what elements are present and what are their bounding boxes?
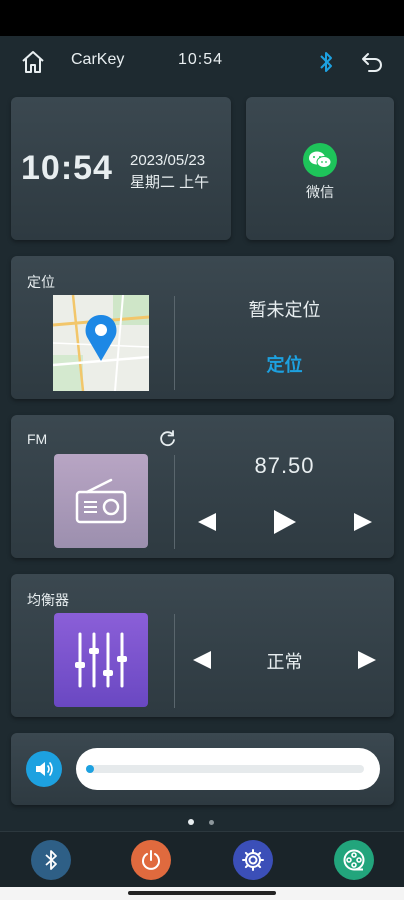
gesture-area xyxy=(0,887,404,900)
film-reel-icon[interactable] xyxy=(334,840,374,880)
power-icon[interactable] xyxy=(131,840,171,880)
settings-icon[interactable] xyxy=(233,840,273,880)
volume-track xyxy=(86,765,364,773)
top-bar: CarKey 10:54 xyxy=(0,36,404,86)
home-icon[interactable] xyxy=(20,49,46,75)
clock-card: 10:54 2023/05/23 星期二 上午 xyxy=(11,97,231,240)
fm-play-button[interactable] xyxy=(272,509,298,535)
fm-next-button[interactable] xyxy=(352,511,374,533)
clock-weekday: 星期二 上午 xyxy=(130,174,210,191)
app-name: CarKey xyxy=(71,51,125,68)
page-dot[interactable] xyxy=(209,820,214,825)
map-thumbnail[interactable] xyxy=(53,295,149,391)
wechat-icon xyxy=(303,143,337,177)
volume-slider[interactable] xyxy=(76,748,380,790)
page-indicator xyxy=(186,818,218,826)
clock-time: 10:54 xyxy=(21,149,113,187)
fm-card: FM 87.50 xyxy=(11,415,394,558)
fm-title: FM xyxy=(27,431,48,447)
clock-date: 2023/05/23 xyxy=(130,152,206,169)
volume-card xyxy=(11,733,394,805)
locate-button[interactable]: 定位 xyxy=(191,351,378,377)
bluetooth-icon[interactable] xyxy=(31,840,71,880)
bottom-bar xyxy=(0,831,404,888)
eq-next-button[interactable] xyxy=(356,649,378,671)
location-title: 定位 xyxy=(27,274,55,290)
volume-fill xyxy=(86,765,94,773)
location-divider xyxy=(174,296,175,390)
top-time: 10:54 xyxy=(178,51,224,68)
equalizer-divider xyxy=(174,614,175,708)
equalizer-mode: 正常 xyxy=(266,652,303,672)
back-icon[interactable] xyxy=(360,50,384,74)
radio-icon[interactable] xyxy=(54,454,148,548)
home-indicator[interactable] xyxy=(128,891,276,895)
refresh-icon[interactable] xyxy=(159,430,177,448)
status-bar xyxy=(0,0,404,36)
fm-prev-button[interactable] xyxy=(196,511,218,533)
bluetooth-icon[interactable] xyxy=(316,49,336,75)
location-card: 定位 暂未定位 定位 xyxy=(11,256,394,399)
equalizer-icon[interactable] xyxy=(54,613,148,707)
fm-divider xyxy=(174,455,175,549)
equalizer-card: 均衡器 正常 xyxy=(11,574,394,717)
wechat-label: 微信 xyxy=(306,184,334,200)
speaker-icon[interactable] xyxy=(26,751,62,787)
page-dot-active[interactable] xyxy=(188,819,194,825)
location-status: 暂未定位 xyxy=(248,300,321,320)
equalizer-title: 均衡器 xyxy=(27,592,69,608)
fm-frequency: 87.50 xyxy=(254,453,315,478)
wechat-card[interactable]: 微信 xyxy=(246,97,394,240)
